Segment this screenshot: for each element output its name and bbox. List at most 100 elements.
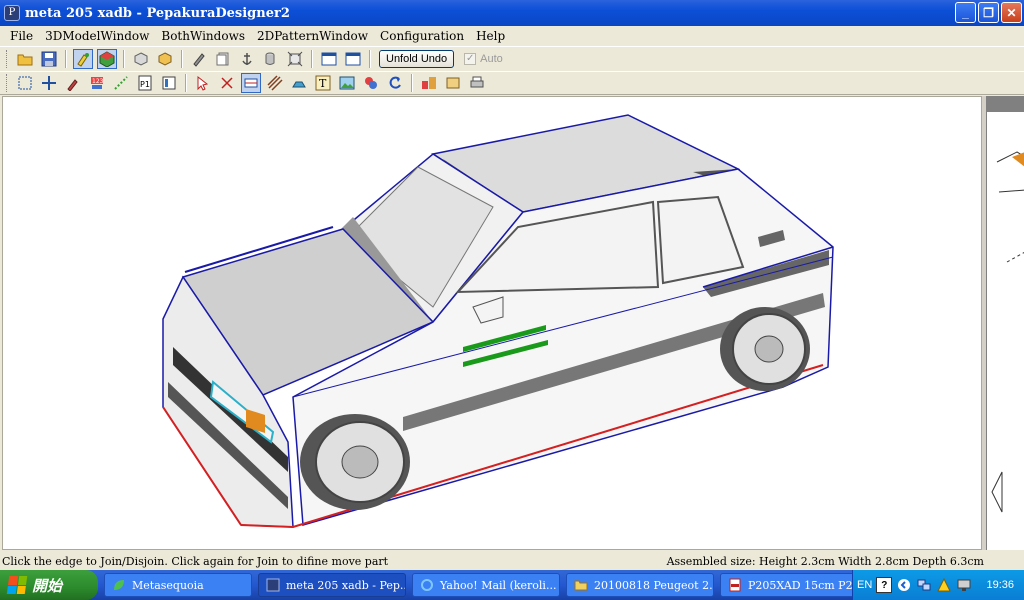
flag-icon[interactable] [159,73,179,93]
taskbar: 開始 Metasequoia meta 205 xadb - Pep... Ya… [0,570,1024,600]
menu-both-windows[interactable]: BothWindows [155,29,251,43]
fit-view-icon[interactable] [285,49,305,69]
open-folder-icon[interactable] [15,49,35,69]
image-tool-icon[interactable] [337,73,357,93]
main-toolbar: Unfold Undo ✓ Auto [0,46,1024,70]
folder-icon [573,577,589,593]
toolbar-separator [185,74,187,92]
brush-icon[interactable] [63,73,83,93]
menu-file[interactable]: File [4,29,39,43]
task-metasequoia[interactable]: Metasequoia [104,573,252,597]
restore-button[interactable]: ❐ [978,2,999,23]
monitor-icon[interactable] [956,577,972,593]
toolbar-separator [369,49,371,68]
toolbar-separator [411,74,413,92]
2d-pattern-view[interactable] [986,96,1024,550]
system-tray: EN ? 19:36 [852,570,1024,600]
number-stamp-icon[interactable]: 123 [87,73,107,93]
layout-icon[interactable] [419,73,439,93]
status-bar: Click the edge to Join/Disjoin. Click ag… [0,552,1024,570]
status-hint: Click the edge to Join/Disjoin. Click ag… [2,554,389,568]
toolbar-separator [65,49,67,68]
page-p1-icon[interactable]: P1 [135,73,155,93]
menu-3d-model-window[interactable]: 3DModelWindow [39,29,155,43]
task-yahoo-mail[interactable]: Yahoo! Mail (keroli... [412,573,560,597]
auto-checkbox[interactable]: ✓ Auto [464,52,503,65]
svg-text:123: 123 [92,78,104,85]
paint-brush-icon[interactable] [73,48,93,69]
assembled-size: Assembled size: Height 2.3cm Width 2.8cm… [666,554,984,568]
task-folder[interactable]: 20100818 Peugeot 2... [566,573,714,597]
toolbar-grip[interactable] [6,74,9,92]
task-label: 20100818 Peugeot 2... [594,578,714,592]
sheet-stack-icon[interactable] [213,49,233,69]
task-label: Metasequoia [132,578,204,592]
task-label: meta 205 xadb - Pep... [286,578,406,592]
pepakura-icon [265,577,281,593]
svg-text:T: T [319,77,327,90]
fold-lines-icon[interactable] [265,73,285,93]
cube-view-icon[interactable] [131,49,151,69]
front-wheel [300,414,410,510]
language-indicator[interactable]: EN [857,579,872,591]
task-label: Yahoo! Mail (keroli... [440,578,557,592]
pattern-parts [991,151,1024,513]
edge-tool-icon[interactable] [241,73,261,93]
text-tool-icon[interactable]: T [313,73,333,93]
start-button[interactable]: 開始 [0,570,98,600]
task-pdf[interactable]: P205XAD 15cm P2.... [720,573,868,597]
tray-arrow-icon[interactable] [896,577,912,593]
ie-icon [419,577,435,593]
start-label: 開始 [32,577,63,595]
menu-bar: File 3DModelWindow BothWindows 2DPattern… [0,26,1024,46]
dashed-line-icon[interactable] [111,73,131,93]
anchor-icon[interactable] [237,49,257,69]
leaf-icon [111,577,127,593]
cube-color-icon[interactable] [155,49,175,69]
title-bar[interactable]: P meta 205 xadb - PepakuraDesigner2 _ ❐ … [0,0,1024,26]
menu-configuration[interactable]: Configuration [374,29,470,43]
toolbar-separator [123,49,125,68]
windows-logo-icon [6,576,28,594]
window-left-icon[interactable] [319,49,339,69]
minimize-button[interactable]: _ [955,2,976,23]
svg-text:P1: P1 [140,80,150,89]
parts-color-icon[interactable] [361,73,381,93]
menu-help[interactable]: Help [470,29,511,43]
select-arrow-icon[interactable] [193,73,213,93]
print-preview-icon[interactable] [443,73,463,93]
toolbar-grip[interactable] [6,49,9,68]
cylinder-icon[interactable] [261,49,281,69]
textured-cube-icon[interactable] [97,48,117,69]
pdf-icon [727,577,743,593]
pencil-icon[interactable] [189,49,209,69]
warning-icon[interactable] [936,577,952,593]
auto-checkbox-label: Auto [480,52,503,65]
2d-view-header [987,96,1024,112]
rotate-icon[interactable] [385,73,405,93]
car-model[interactable] [3,97,982,550]
network-icon[interactable] [916,577,932,593]
flap-icon[interactable] [289,73,309,93]
rear-wheel [720,307,810,391]
3d-model-view[interactable] [2,96,982,550]
close-button[interactable]: ✕ [1001,2,1022,23]
select-region-icon[interactable] [15,73,35,93]
save-icon[interactable] [39,49,59,69]
menu-2d-pattern-window[interactable]: 2DPatternWindow [251,29,374,43]
toolbar-separator [311,49,313,68]
join-edge-icon[interactable] [217,73,237,93]
move-parts-icon[interactable] [39,73,59,93]
window-title: meta 205 xadb - PepakuraDesigner2 [25,5,290,21]
help-icon[interactable]: ? [876,577,893,593]
auto-checkbox-box[interactable]: ✓ [464,52,477,65]
clock[interactable]: 19:36 [986,579,1014,591]
task-label: P205XAD 15cm P2.... [748,578,867,592]
edit-toolbar: 123 P1 T [0,71,1024,95]
printer-icon[interactable] [467,73,487,93]
pepakura-icon[interactable]: P [4,5,20,21]
unfold-undo-button[interactable]: Unfold Undo [379,49,455,68]
toolbar-separator [181,49,183,68]
window-right-icon[interactable] [343,49,363,69]
task-pepakura[interactable]: meta 205 xadb - Pep... [258,573,406,597]
